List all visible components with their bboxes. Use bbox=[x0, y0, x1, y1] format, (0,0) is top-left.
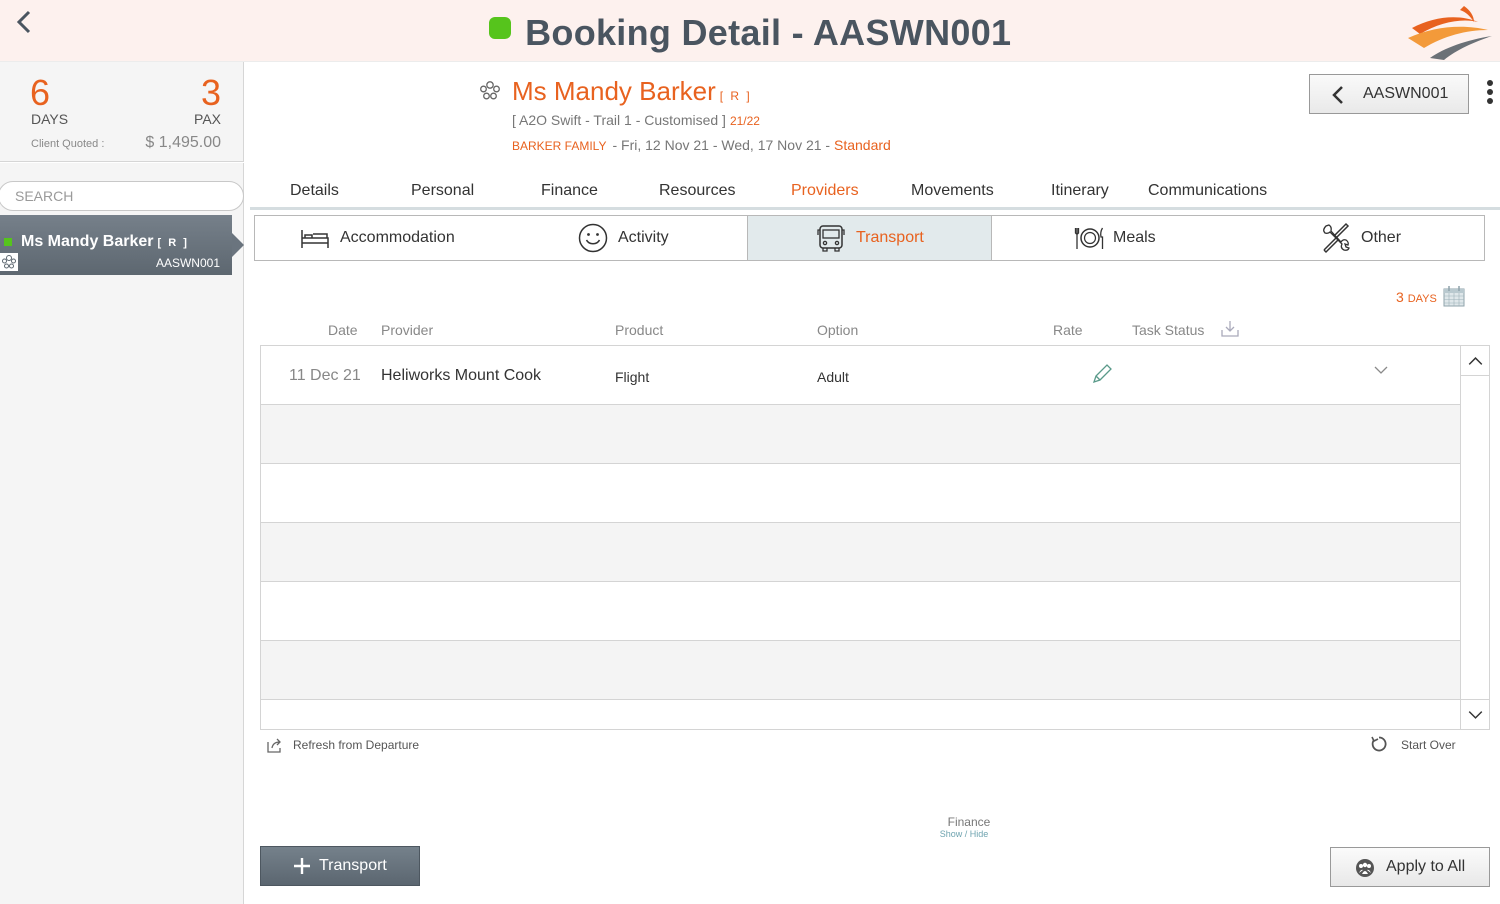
table-row bbox=[261, 641, 1460, 700]
page-title: Booking Detail - AASWN001 bbox=[525, 12, 1012, 53]
row-provider: Heliworks Mount Cook bbox=[381, 367, 542, 384]
days-indicator-count: 3 bbox=[1396, 289, 1404, 305]
booking-stats-panel: 6 DAYS 3 PAX Client Quoted : $ 1,495.00 bbox=[0, 62, 244, 162]
tab-resources[interactable]: Resources bbox=[659, 182, 735, 200]
column-header-task-status: Task Status bbox=[1132, 322, 1205, 338]
days-count: 6 bbox=[30, 72, 51, 113]
subtab-label: Transport bbox=[856, 229, 924, 246]
tab-providers[interactable]: Providers bbox=[791, 182, 859, 200]
days-indicator: 3 Days bbox=[1396, 289, 1437, 305]
tier-label: Standard bbox=[833, 137, 891, 153]
table-scrollbar[interactable] bbox=[1460, 346, 1490, 729]
bed-icon bbox=[301, 230, 329, 248]
undo-icon bbox=[1371, 736, 1387, 752]
table-row[interactable]: 11 Dec 21 Heliworks Mount Cook Flight Ad… bbox=[261, 346, 1460, 405]
download-icon[interactable] bbox=[1221, 320, 1239, 338]
scroll-up-icon[interactable] bbox=[1461, 346, 1490, 376]
booking-status-dot bbox=[488, 17, 511, 39]
passenger-tag: [ R ] bbox=[157, 237, 189, 249]
chevron-down-icon[interactable] bbox=[1371, 363, 1391, 377]
booking-dates: - Fri, 12 Nov 21 - Wed, 17 Nov 21 - bbox=[612, 137, 831, 153]
client-name: Ms Mandy Barker bbox=[512, 76, 716, 106]
apply-to-all-button[interactable]: Apply to All bbox=[1330, 847, 1490, 887]
sidebar-item-passenger[interactable]: Ms Mandy Barker[ R ] AASWN001 bbox=[0, 215, 244, 275]
passenger-sidebar: Ms Mandy Barker[ R ] AASWN001 bbox=[0, 163, 244, 904]
transport-table: 11 Dec 21 Heliworks Mount Cook Flight Ad… bbox=[260, 345, 1490, 730]
family-icon bbox=[480, 81, 500, 100]
client-tag: [ R ] bbox=[719, 89, 752, 103]
table-row bbox=[261, 405, 1460, 464]
calendar-icon[interactable] bbox=[1443, 285, 1465, 307]
top-header: Booking Detail - AASWN001 bbox=[0, 0, 1500, 62]
tab-finance[interactable]: Finance bbox=[541, 182, 598, 200]
pax-count: 3 bbox=[200, 72, 221, 113]
finance-show-hide-toggle[interactable]: Show / Hide bbox=[930, 829, 998, 839]
days-indicator-label: Days bbox=[1407, 293, 1437, 305]
client-quoted-value: $ 1,495.00 bbox=[145, 134, 221, 151]
refresh-label: Refresh from Departure bbox=[293, 738, 420, 752]
apply-to-all-label: Apply to All bbox=[1386, 858, 1466, 875]
row-date: 11 Dec 21 bbox=[289, 367, 361, 384]
row-option: Adult bbox=[817, 369, 849, 385]
pencil-icon[interactable] bbox=[1091, 363, 1113, 385]
subtab-label: Other bbox=[1361, 229, 1402, 246]
passenger-status-dot bbox=[4, 238, 12, 246]
table-row bbox=[261, 582, 1460, 641]
passenger-name: Ms Mandy Barker bbox=[21, 233, 154, 250]
table-row bbox=[261, 523, 1460, 582]
tab-personal[interactable]: Personal bbox=[411, 182, 474, 200]
start-over-label: Start Over bbox=[1401, 738, 1456, 752]
family-name: BARKER FAMILY bbox=[512, 139, 607, 153]
tab-communications[interactable]: Communications bbox=[1148, 182, 1267, 200]
tab-details[interactable]: Details bbox=[290, 182, 339, 200]
pax-label: PAX bbox=[194, 111, 221, 127]
passenger-booking-code: AASWN001 bbox=[155, 256, 220, 270]
subtab-activity[interactable]: Activity bbox=[577, 216, 737, 260]
family-icon bbox=[0, 253, 18, 271]
column-header-option: Option bbox=[817, 322, 859, 338]
subtab-transport[interactable]: Transport bbox=[747, 216, 992, 260]
table-row bbox=[261, 464, 1460, 523]
column-header-provider: Provider bbox=[381, 322, 434, 338]
smiley-icon bbox=[578, 223, 608, 253]
group-icon bbox=[1356, 859, 1374, 877]
column-header-rate: Rate bbox=[1053, 322, 1083, 338]
tools-icon bbox=[1323, 222, 1350, 254]
plate-cutlery-icon bbox=[1074, 227, 1104, 249]
plus-icon bbox=[294, 858, 310, 874]
tour-name: [ A2O Swift - Trail 1 - Customised ] bbox=[512, 112, 726, 128]
season-label: 21/22 bbox=[729, 114, 760, 128]
row-product: Flight bbox=[615, 369, 650, 385]
column-header-date: Date bbox=[328, 322, 358, 338]
subtab-label: Meals bbox=[1113, 229, 1156, 246]
share-refresh-icon bbox=[267, 738, 281, 753]
search-input[interactable] bbox=[0, 181, 244, 211]
tab-movements[interactable]: Movements bbox=[911, 182, 994, 200]
main-tabs: Details Personal Finance Resources Provi… bbox=[250, 176, 1500, 210]
column-header-product: Product bbox=[615, 322, 664, 338]
days-label: DAYS bbox=[31, 111, 69, 127]
add-transport-label: Transport bbox=[319, 857, 387, 874]
subtab-other[interactable]: Other bbox=[1319, 216, 1479, 260]
more-options-icon[interactable] bbox=[1482, 80, 1498, 108]
chevron-left-icon bbox=[1332, 86, 1343, 104]
bus-icon bbox=[817, 225, 845, 252]
scroll-down-icon[interactable] bbox=[1461, 699, 1490, 729]
finance-label: Finance bbox=[947, 815, 991, 829]
subtab-label: Activity bbox=[618, 229, 669, 246]
tab-itinerary[interactable]: Itinerary bbox=[1051, 182, 1109, 200]
subtab-label: Accommodation bbox=[340, 229, 455, 246]
add-transport-button[interactable]: Transport bbox=[260, 846, 420, 886]
company-logo bbox=[1408, 6, 1492, 60]
booking-code-nav-button[interactable]: AASWN001 bbox=[1309, 74, 1469, 114]
booking-code-label: AASWN001 bbox=[1363, 85, 1449, 102]
client-quoted-label: Client Quoted : bbox=[31, 138, 105, 150]
subtab-meals[interactable]: Meals bbox=[1072, 216, 1232, 260]
provider-type-tabs: Accommodation Activity Transport Meals O… bbox=[254, 215, 1485, 261]
start-over-button[interactable]: Start Over bbox=[1370, 735, 1470, 755]
